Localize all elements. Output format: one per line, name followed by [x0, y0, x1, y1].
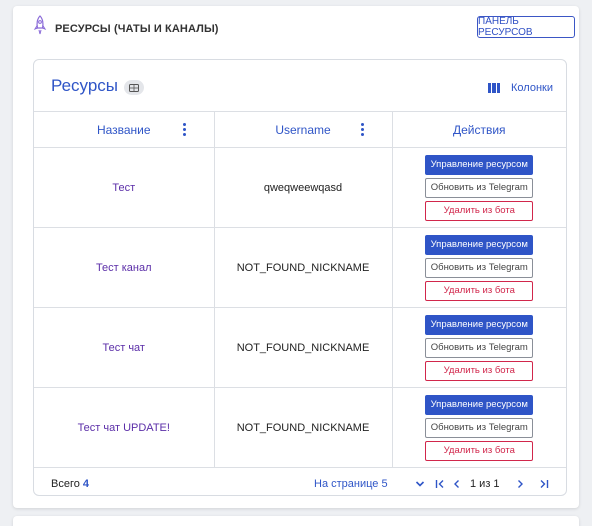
resource-name: Тест чат UPDATE!	[34, 387, 214, 468]
table-footer: Всего 4 На странице 5 1 из 1	[34, 467, 566, 497]
table-row: Тест qweqweewqasd Управление ресурсом Об…	[34, 147, 566, 228]
column-header-actions-label: Действия	[452, 122, 506, 137]
update-from-telegram-button[interactable]: Обновить из Telegram	[425, 257, 534, 278]
rocket-icon	[33, 15, 47, 35]
resources-section-card: РЕСУРСЫ (ЧАТЫ И КАНАЛЫ) ПАНЕЛЬ РЕСУРСОВ …	[13, 6, 579, 508]
per-page-value: 5	[381, 478, 388, 490]
resource-actions: Управление ресурсом Обновить из Telegram…	[391, 307, 566, 388]
total-value: 4	[82, 478, 90, 490]
manage-resource-button[interactable]: Управление ресурсом	[425, 234, 534, 255]
more-vertical-icon[interactable]	[182, 123, 187, 136]
first-page-icon[interactable]	[435, 479, 445, 489]
delete-from-bot-button[interactable]: Удалить из бота	[425, 280, 534, 301]
list-badge-icon	[124, 80, 144, 95]
update-from-telegram-button[interactable]: Обновить из Telegram	[425, 177, 534, 198]
chevron-down-icon[interactable]	[415, 480, 425, 488]
more-vertical-icon[interactable]	[360, 123, 365, 136]
resource-username: qweqweewqasd	[213, 147, 392, 228]
manage-resource-button[interactable]: Управление ресурсом	[425, 314, 534, 335]
grid-icon	[129, 83, 139, 92]
table-header-row: Название Username Действия	[34, 111, 566, 148]
column-header-username[interactable]: Username	[213, 111, 392, 148]
columns-icon	[488, 83, 500, 93]
column-header-name[interactable]: Название	[34, 111, 214, 148]
update-from-telegram-button[interactable]: Обновить из Telegram	[425, 417, 534, 438]
resource-actions: Управление ресурсом Обновить из Telegram…	[391, 147, 566, 228]
per-page-select[interactable]: На странице 5	[314, 478, 388, 490]
chevron-right-icon[interactable]	[515, 479, 525, 489]
manage-resource-button[interactable]: Управление ресурсом	[425, 394, 534, 415]
resource-username: NOT_FOUND_NICKNAME	[213, 387, 392, 468]
delete-from-bot-button[interactable]: Удалить из бота	[425, 440, 534, 461]
resources-table: Название Username Действия Тест qweqweew…	[34, 111, 566, 468]
columns-button[interactable]: Колонки	[488, 80, 553, 96]
last-page-icon[interactable]	[539, 479, 549, 489]
resource-actions: Управление ресурсом Обновить из Telegram…	[391, 227, 566, 308]
column-header-actions: Действия	[391, 111, 566, 148]
columns-label: Колонки	[511, 82, 553, 94]
next-section-card	[13, 516, 579, 526]
resources-table-card: Ресурсы Колонки Название Username Действ…	[33, 59, 567, 496]
resource-username: NOT_FOUND_NICKNAME	[213, 227, 392, 308]
delete-from-bot-button[interactable]: Удалить из бота	[425, 360, 534, 381]
resource-name: Тест канал	[34, 227, 214, 308]
total-count: Всего 4	[51, 478, 89, 490]
section-title: РЕСУРСЫ (ЧАТЫ И КАНАЛЫ)	[55, 23, 219, 35]
card-title: Ресурсы	[51, 76, 119, 95]
table-row: Тест чат NOT_FOUND_NICKNAME Управление р…	[34, 307, 566, 388]
table-row: Тест чат UPDATE! NOT_FOUND_NICKNAME Упра…	[34, 387, 566, 468]
per-page-label: На странице	[314, 478, 379, 490]
total-label: Всего	[51, 478, 80, 490]
column-header-username-label: Username	[275, 122, 331, 137]
resources-panel-button[interactable]: ПАНЕЛЬ РЕСУРСОВ	[477, 16, 575, 38]
column-header-name-label: Название	[96, 122, 151, 137]
resource-username: NOT_FOUND_NICKNAME	[213, 307, 392, 388]
resource-name: Тест чат	[34, 307, 214, 388]
section-header: РЕСУРСЫ (ЧАТЫ И КАНАЛЫ) ПАНЕЛЬ РЕСУРСОВ	[13, 6, 579, 52]
manage-resource-button[interactable]: Управление ресурсом	[425, 154, 534, 175]
resource-name: Тест	[34, 147, 214, 228]
update-from-telegram-button[interactable]: Обновить из Telegram	[425, 337, 534, 358]
table-row: Тест канал NOT_FOUND_NICKNAME Управление…	[34, 227, 566, 308]
resource-actions: Управление ресурсом Обновить из Telegram…	[391, 387, 566, 468]
chevron-left-icon[interactable]	[452, 479, 462, 489]
delete-from-bot-button[interactable]: Удалить из бота	[425, 200, 534, 221]
page-info: 1 из 1	[470, 478, 500, 490]
